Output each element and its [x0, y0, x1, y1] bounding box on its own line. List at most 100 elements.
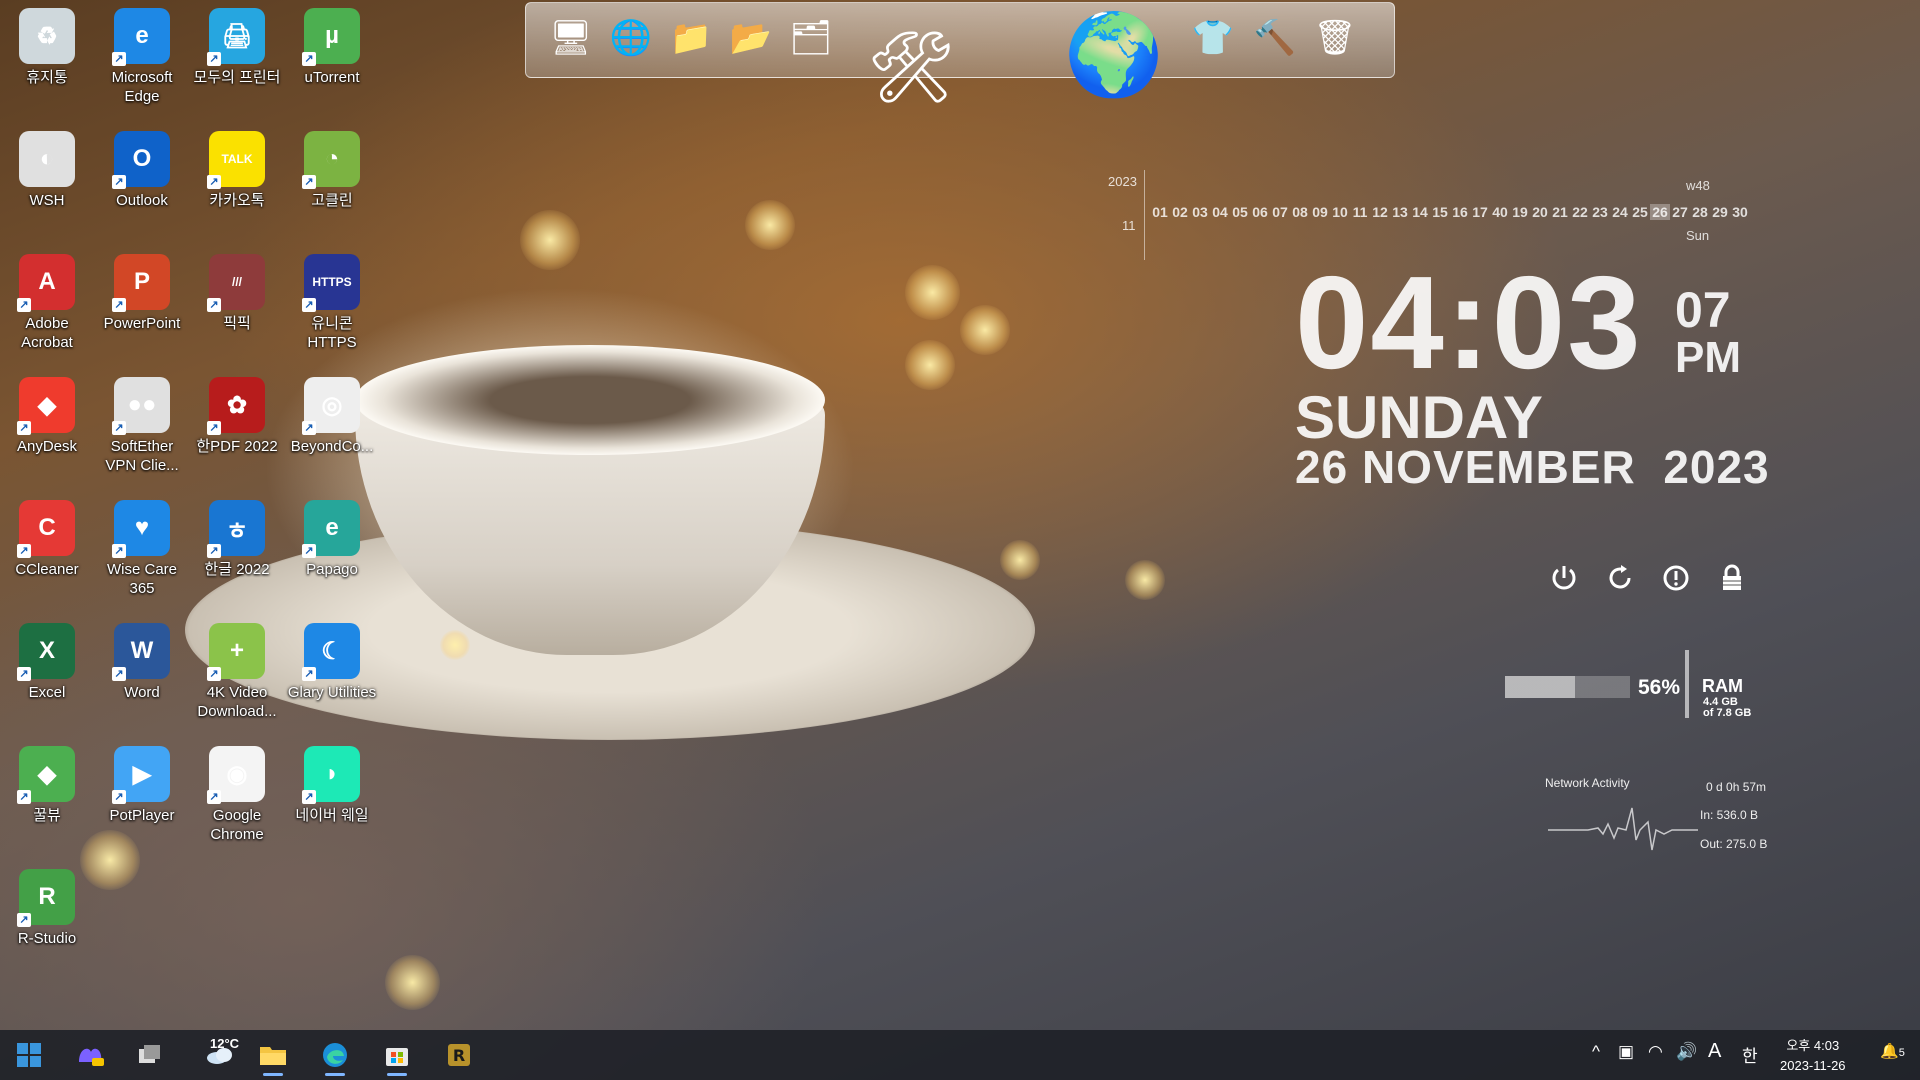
- tray-overflow-chevron-icon[interactable]: ^: [1592, 1042, 1600, 1062]
- dock-item-documents-folder[interactable]: 📁: [664, 11, 718, 65]
- desktop-icon[interactable]: X ↗ Excel: [1, 617, 93, 702]
- wifi-icon[interactable]: ◠: [1648, 1042, 1663, 1062]
- lock-button[interactable]: [1712, 558, 1752, 598]
- desktop-icon[interactable]: A ↗ Adobe Acrobat: [1, 248, 93, 352]
- clock-date: 26 NOVEMBER 2023: [1295, 440, 1770, 494]
- network-title: Network Activity: [1545, 776, 1630, 790]
- app-icon: ㅎ ↗: [207, 500, 265, 558]
- taskbar-edge[interactable]: [312, 1034, 358, 1076]
- shutdown-button[interactable]: [1656, 558, 1696, 598]
- desktop-icon[interactable]: ♥ ↗ Wise Care 365: [96, 494, 188, 598]
- desktop-icon[interactable]: ▶ ↗ PotPlayer: [96, 740, 188, 825]
- desktop-icon-label: Papago: [306, 561, 358, 578]
- volume-icon[interactable]: 🔊: [1676, 1042, 1697, 1062]
- desktop-icon[interactable]: ●● ↗ SoftEther VPN Clie...: [96, 371, 188, 475]
- dock-item-themes[interactable]: 👕: [1186, 11, 1240, 65]
- app-icon: 🖨 ↗: [207, 8, 265, 66]
- desktop-icon[interactable]: C ↗ CCleaner: [1, 494, 93, 579]
- ram-label: RAM: [1702, 676, 1743, 696]
- taskbar-weather[interactable]: 12°C: [190, 1034, 250, 1076]
- desktop-icon[interactable]: ㅎ ↗ 한글 2022: [191, 494, 283, 579]
- desktop-icon-label: Wise Care 365: [106, 561, 177, 597]
- desktop-icon[interactable]: ◎ ↗ BeyondCo...: [286, 371, 378, 456]
- shortcut-arrow-icon: ↗: [207, 790, 221, 804]
- desktop-icon[interactable]: 🖨 ↗ 모두의 프린터: [191, 2, 283, 87]
- desktop-icon[interactable]: ◗ ↗ 네이버 웨일: [286, 740, 378, 825]
- folder-icon: [260, 1047, 286, 1065]
- restart-button[interactable]: [1600, 558, 1640, 598]
- ime-indicator[interactable]: 한: [1742, 1042, 1758, 1067]
- dock-item-recycle-bin[interactable]: 🗑: [1308, 11, 1362, 65]
- calendar-day: 02: [1172, 204, 1188, 220]
- shortcut-arrow-icon: ↗: [112, 298, 126, 312]
- dock-item-computer[interactable]: 🖥: [544, 11, 598, 65]
- desktop-icon-label: 카카오톡: [209, 192, 265, 209]
- app-icon: ☾ ↗: [302, 623, 360, 681]
- desktop-icon[interactable]: + ↗ 4K Video Download...: [191, 617, 283, 721]
- taskbar-file-explorer[interactable]: [250, 1034, 296, 1076]
- desktop-icon[interactable]: HTTPS ↗ 유니콘 HTTPS: [286, 248, 378, 352]
- shortcut-arrow-icon: ↗: [112, 790, 126, 804]
- pictures-folder-icon: 📂: [729, 19, 773, 57]
- wallpaper-light: [1125, 560, 1165, 600]
- desktop-icon[interactable]: ♻ 휴지통: [1, 2, 93, 87]
- input-mode-indicator[interactable]: A: [1708, 1040, 1721, 1063]
- desktop-icon[interactable]: ✿ ↗ 한PDF 2022: [191, 371, 283, 456]
- desktop-icon-label: 4K Video Download...: [197, 684, 277, 720]
- desktop-icon[interactable]: ///↗ 픽픽: [191, 248, 283, 333]
- shortcut-arrow-icon: ↗: [302, 175, 316, 189]
- desktop-icon[interactable]: ◆ ↗ 꿀뷰: [1, 740, 93, 825]
- desktop-icon[interactable]: P ↗ PowerPoint: [96, 248, 188, 333]
- lock-icon: [1723, 564, 1741, 590]
- utilities-icon: 🛠: [866, 28, 956, 106]
- dock-item-network[interactable]: 🌐: [604, 11, 658, 65]
- desktop-icon[interactable]: R ↗ R-Studio: [1, 863, 93, 948]
- app-icon: ◐: [19, 131, 75, 187]
- r-app-icon: R: [448, 1044, 470, 1066]
- edge-icon: [323, 1043, 347, 1067]
- app-icon: ◔ ↗: [302, 131, 360, 189]
- calendar-day: 27: [1672, 204, 1688, 220]
- desktop-icon[interactable]: ◔ ↗ 고클린: [286, 125, 378, 210]
- app-icon: ◆ ↗: [17, 746, 75, 804]
- desktop-icon[interactable]: e ↗ Microsoft Edge: [96, 2, 188, 106]
- taskbar-clock[interactable]: 오후 4:03 2023-11-26: [1780, 1036, 1846, 1076]
- desktop-icon[interactable]: ◉ ↗ Google Chrome: [191, 740, 283, 844]
- app-icon: ✿ ↗: [207, 377, 265, 435]
- desktop-icon[interactable]: TALK ↗ 카카오톡: [191, 125, 283, 210]
- shortcut-arrow-icon: ↗: [302, 790, 316, 804]
- calendar-days: 01 02 03 04 05 06 07 08 09 10 11 12 13 14 15 16 17 40 19 20…: [1150, 204, 1750, 220]
- desktop-icon[interactable]: e ↗ Papago: [286, 494, 378, 579]
- desktop-icon[interactable]: ☾ ↗ Glary Utilities: [286, 617, 378, 702]
- notification-button[interactable]: 🔔5: [1880, 1042, 1905, 1060]
- taskbar-task-view[interactable]: [127, 1034, 173, 1076]
- shortcut-arrow-icon: ↗: [112, 421, 126, 435]
- desktop-icon[interactable]: µ ↗ uTorrent: [286, 2, 378, 87]
- desktop-icon[interactable]: W ↗ Word: [96, 617, 188, 702]
- ram-percent: 56%: [1638, 676, 1681, 699]
- desktop-icon-label: 꿀뷰: [33, 807, 61, 824]
- app-icon: W ↗: [112, 623, 170, 681]
- taskbar-r-app[interactable]: R: [436, 1034, 482, 1076]
- taskbar-copilot[interactable]: [67, 1034, 113, 1076]
- dock-item-pictures-folder[interactable]: 📂: [724, 11, 778, 65]
- app-dock: 🖥 🌐 📁 📂 🗂 🛠 🌍 👕 🔨 🗑: [525, 2, 1395, 106]
- desktop-icon[interactable]: ◐ WSH: [1, 125, 93, 210]
- app-icon: ◎ ↗: [302, 377, 360, 435]
- calendar-day: 25: [1632, 204, 1648, 220]
- app-icon: ♻: [19, 8, 75, 64]
- taskbar-store[interactable]: [374, 1034, 420, 1076]
- clock-minutes: 03: [1491, 249, 1643, 396]
- power-button[interactable]: [1544, 558, 1584, 598]
- dock-item-utilities[interactable]: 🛠: [866, 13, 956, 123]
- dock-item-globe[interactable]: 🌍: [1064, 7, 1164, 103]
- desktop-icon[interactable]: O ↗ Outlook: [96, 125, 188, 210]
- start-button[interactable]: [6, 1034, 52, 1076]
- desktop-icon[interactable]: ◆ ↗ AnyDesk: [1, 371, 93, 456]
- tray-app-icon[interactable]: ▣: [1618, 1042, 1634, 1062]
- dock-item-tools[interactable]: 🔨: [1248, 11, 1302, 65]
- calendar-widget: 2023 11 01 02 03 04 05 06 07 08 09 10 11 12 13 14 15 16…: [1100, 170, 1760, 260]
- shortcut-arrow-icon: ↗: [207, 544, 221, 558]
- dock-item-drive[interactable]: 🗂: [784, 11, 838, 65]
- calendar-day: 24: [1612, 204, 1628, 220]
